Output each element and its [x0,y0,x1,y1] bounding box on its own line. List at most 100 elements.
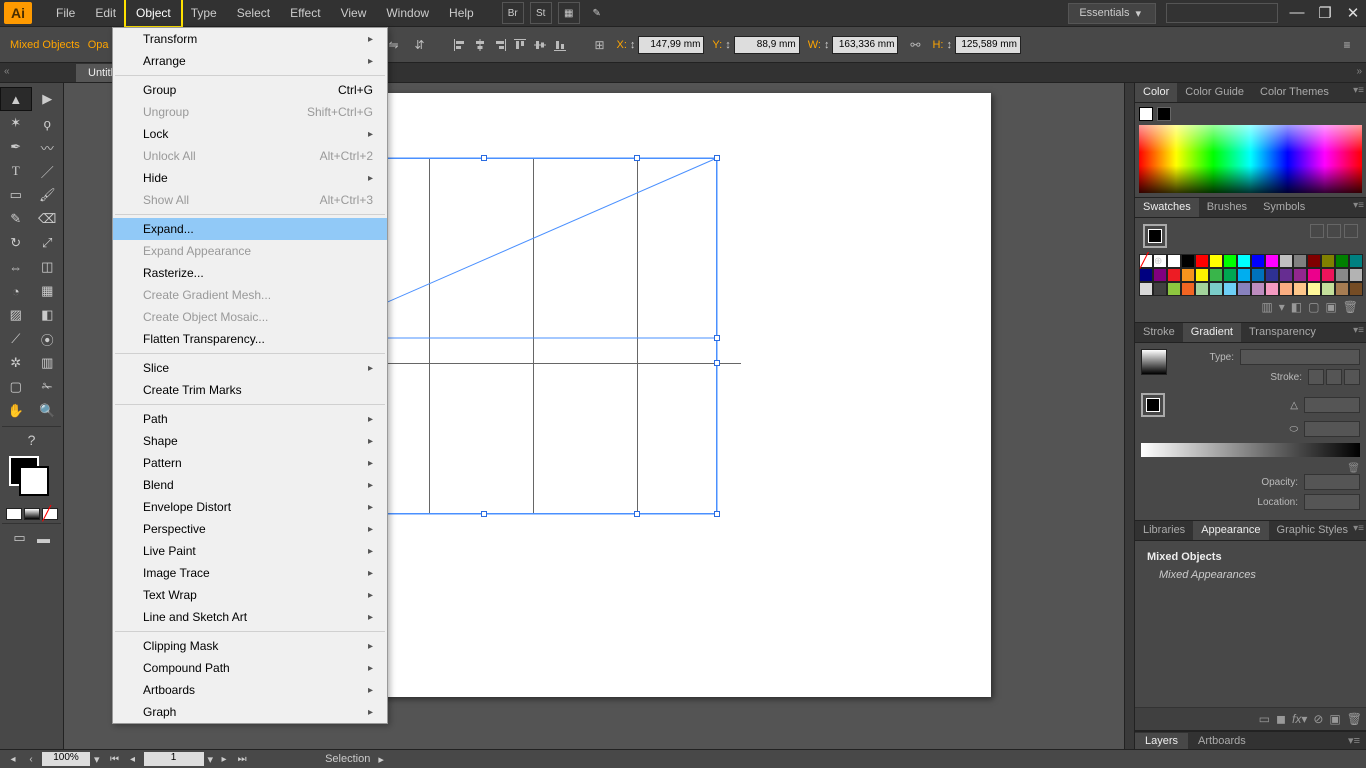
menu-item-rasterize[interactable]: Rasterize... [113,262,387,284]
swatch-item[interactable] [1335,268,1349,282]
menu-item-group[interactable]: GroupCtrl+G [113,79,387,101]
swatch-view-list-icon[interactable] [1310,224,1324,238]
menu-item-arrange[interactable]: Arrange▸ [113,50,387,72]
menu-item-perspective[interactable]: Perspective▸ [113,518,387,540]
curvature-tool[interactable]: 〰 [32,135,64,159]
selection-handle[interactable] [714,511,720,517]
color-mode-none[interactable]: ╱ [42,508,58,520]
swatch-item[interactable] [1223,254,1237,268]
swatch-item[interactable] [1195,254,1209,268]
opacity-link[interactable]: Opa [88,39,109,51]
swatch-item[interactable] [1195,282,1209,296]
pen-tool[interactable]: ✒ [0,135,32,159]
eraser-tool[interactable]: ⌫ [32,207,64,231]
menu-type[interactable]: Type [181,0,227,26]
swatch-item[interactable] [1349,254,1363,268]
swatch-item[interactable] [1181,268,1195,282]
rectangle-tool[interactable]: ▭ [0,183,32,207]
swatch-item[interactable] [1251,268,1265,282]
menu-item-blend[interactable]: Blend▸ [113,474,387,496]
swatch-item[interactable] [1307,268,1321,282]
panel-options-icon[interactable]: ▾≡ [1353,523,1364,534]
search-input[interactable] [1166,3,1278,23]
appearance-clear-icon[interactable]: ⊘ [1313,712,1323,726]
swatch-item[interactable] [1223,282,1237,296]
panel-collapse-icon-right[interactable]: » [1356,66,1362,77]
swatch-view-small-icon[interactable] [1327,224,1341,238]
tab-graphic-styles[interactable]: Graphic Styles [1269,521,1357,540]
tab-libraries[interactable]: Libraries [1135,521,1193,540]
swatch-item[interactable] [1335,254,1349,268]
menu-item-envelope-distort[interactable]: Envelope Distort▸ [113,496,387,518]
shape-builder-tool[interactable]: ◔ [0,279,32,303]
fill-indicator-icon[interactable] [1139,107,1153,121]
swatch-item[interactable] [1153,282,1167,296]
artboard-tool[interactable]: ▢ [0,375,32,399]
align-bottom-button[interactable] [551,36,569,54]
swatch-new-icon[interactable]: ▣ [1325,300,1336,314]
menu-file[interactable]: File [46,0,85,26]
appearance-duplicate-icon[interactable]: ▣ [1329,712,1340,726]
screen-mode-normal[interactable]: ▭ [11,530,29,546]
swatch-item[interactable] [1167,282,1181,296]
stroke-indicator-icon[interactable] [1157,107,1171,121]
menu-view[interactable]: View [331,0,377,26]
workspace-switcher[interactable]: Essentials ▾ [1068,3,1156,24]
free-transform-tool[interactable]: ◫ [32,255,64,279]
swatch-show-kind-icon[interactable]: ▾ [1279,300,1285,314]
swatch-item[interactable] [1321,282,1335,296]
panel-options-icon[interactable]: ▾≡ [1342,734,1366,747]
swatch-none[interactable]: ╱ [1139,254,1153,268]
menu-item-text-wrap[interactable]: Text Wrap▸ [113,584,387,606]
minimize-button[interactable]: — [1288,4,1306,22]
y-input[interactable]: 88,9 mm [734,36,800,54]
zoom-out-step-button[interactable]: ‹ [24,752,38,766]
swatch-item[interactable] [1237,282,1251,296]
symbol-sprayer-tool[interactable]: ✲ [0,351,32,375]
zoom-dropdown-icon[interactable]: ▾ [94,753,100,766]
swatch-item[interactable] [1209,282,1223,296]
selection-handle[interactable] [714,360,720,366]
swatch-item[interactable] [1279,282,1293,296]
swatch-item[interactable] [1349,282,1363,296]
color-mode-solid[interactable] [6,508,22,520]
gradient-tool[interactable]: ◧ [32,303,64,327]
align-vcenter-button[interactable] [531,36,549,54]
status-dropdown-icon[interactable]: ▸ [378,753,384,766]
selection-handle[interactable] [481,155,487,161]
mesh-tool[interactable]: ▨ [0,303,32,327]
swatch-item[interactable] [1153,268,1167,282]
selection-handle[interactable] [634,155,640,161]
swatch-item[interactable] [1251,282,1265,296]
menu-item-clipping-mask[interactable]: Clipping Mask▸ [113,635,387,657]
gradient-angle-input[interactable] [1304,397,1360,413]
tab-color-guide[interactable]: Color Guide [1177,83,1252,102]
swatch-item[interactable] [1321,268,1335,282]
bridge-button[interactable]: Br [502,2,524,24]
tab-brushes[interactable]: Brushes [1199,198,1255,217]
menu-select[interactable]: Select [227,0,280,26]
menu-window[interactable]: Window [376,0,439,26]
menu-item-pattern[interactable]: Pattern▸ [113,452,387,474]
swatch-libraries-icon[interactable]: ▥ [1261,300,1272,314]
align-right-button[interactable] [491,36,509,54]
gradient-fill-stroke-icon[interactable] [1141,393,1165,417]
direct-selection-tool[interactable]: ▶ [32,87,63,111]
tab-stroke[interactable]: Stroke [1135,323,1183,342]
gradient-delete-stop-icon[interactable]: 🗑 [1347,463,1360,474]
menu-item-slice[interactable]: Slice▸ [113,357,387,379]
appearance-add-effect-icon[interactable]: fx▾ [1292,712,1307,726]
menu-item-transform[interactable]: Transform▸ [113,28,387,50]
fill-stroke-indicator[interactable]: ? [0,430,63,450]
menu-item-path[interactable]: Path▸ [113,408,387,430]
artboard-first-button[interactable]: ⏮ [108,752,122,766]
artboard-dropdown-icon[interactable]: ▾ [208,753,214,766]
menu-item-compound-path[interactable]: Compound Path▸ [113,657,387,679]
width-tool[interactable]: ⇔ [0,255,32,279]
align-hcenter-button[interactable] [471,36,489,54]
swatch-item[interactable] [1237,254,1251,268]
x-input[interactable]: 147,99 mm [638,36,704,54]
swatch-item[interactable] [1265,282,1279,296]
gpu-icon[interactable]: ✎ [586,2,608,24]
swatch-item[interactable] [1209,268,1223,282]
